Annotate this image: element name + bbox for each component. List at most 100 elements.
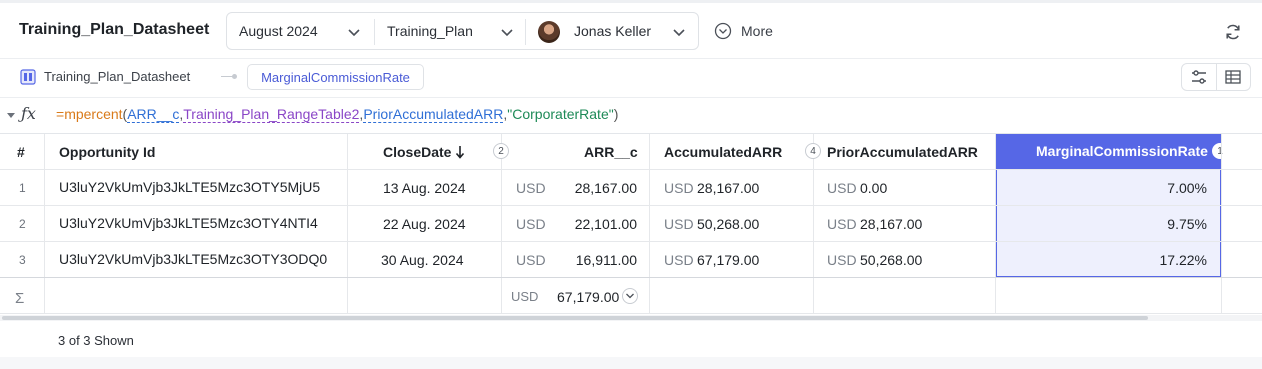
column-header-prior[interactable]: PriorAccumulatedARR [827, 144, 978, 160]
column-divider [1221, 134, 1222, 314]
formula-arg-string: "CorporaterRate" [507, 106, 614, 122]
plan-label: Training_Plan [387, 23, 473, 39]
fx-icon: ƒx [21, 104, 36, 123]
sliders-icon [1191, 70, 1206, 84]
summary-arr-total: 67,179.00 [557, 289, 620, 305]
cell-marginal-rate[interactable]: 17.22% [1160, 252, 1207, 268]
row-divider [0, 241, 1262, 242]
formula-arg-rangetable: Training_Plan_RangeTable2 [183, 106, 360, 123]
table-view-button[interactable] [1215, 64, 1250, 90]
row-number: 2 [19, 217, 26, 231]
row-divider [0, 313, 1262, 314]
breadcrumb-column[interactable]: MarginalCommissionRate [247, 64, 424, 90]
page-title: Training_Plan_Datasheet [19, 21, 210, 38]
row-divider [0, 169, 1262, 170]
column-header-opportunity[interactable]: Opportunity Id [59, 144, 155, 160]
horizontal-scrollbar-thumb[interactable] [2, 316, 1148, 320]
cell-prior[interactable]: 0.00 [860, 180, 887, 196]
cell-opportunity-id[interactable]: U3luY2VkUmVjb3JkLTE5Mzc3OTY5MjU5 [59, 179, 320, 195]
row-number: 1 [19, 181, 26, 195]
cell-currency: USD [827, 216, 857, 232]
cell-closedate[interactable]: 13 Aug. 2024 [383, 180, 466, 196]
avatar [538, 21, 560, 43]
formula-function: mpercent [64, 106, 123, 122]
refresh-icon[interactable] [1224, 23, 1242, 41]
formula-paren-close: ) [613, 106, 619, 122]
cell-prior[interactable]: 50,268.00 [860, 252, 922, 268]
cell-currency: USD [516, 216, 546, 232]
formula-arg-arr: ARR__c [127, 106, 180, 123]
cell-accumulated[interactable]: 67,179.00 [697, 252, 759, 268]
view-toggle [1181, 63, 1251, 91]
column-divider [649, 134, 650, 314]
column-header-index: # [17, 144, 25, 160]
more-button[interactable]: More [714, 22, 773, 40]
row-number: 3 [19, 253, 26, 267]
settings-view-button[interactable] [1182, 64, 1216, 90]
chevron-down-icon [501, 29, 513, 37]
cell-currency: USD [827, 180, 857, 196]
formula-input[interactable]: =mpercent(ARR__c,Training_Plan_RangeTabl… [56, 106, 619, 123]
column-divider [501, 134, 502, 314]
chevron-down-icon [673, 29, 685, 37]
chevron-down-icon [626, 293, 634, 299]
data-grid: MarginalCommissionRate 1 # Opportunity I… [0, 134, 1262, 314]
formula-equals: = [56, 106, 65, 122]
column-header-arr[interactable]: ARR__c [584, 144, 638, 160]
period-label: August 2024 [239, 23, 318, 39]
cell-currency: USD [516, 180, 546, 196]
plan-selector[interactable]: Training_Plan [375, 13, 525, 49]
column-header-accumulated[interactable]: AccumulatedARR [664, 144, 782, 160]
summary-currency: USD [511, 289, 539, 304]
column-badge: 4 [805, 143, 821, 159]
sort-descending-icon[interactable] [455, 144, 465, 160]
column-badge: 2 [493, 143, 509, 159]
cell-arr[interactable]: 28,167.00 [575, 180, 637, 196]
breadcrumb-divider [0, 97, 1262, 98]
column-header-label: MarginalCommissionRate [1036, 143, 1208, 159]
column-divider [44, 134, 45, 314]
context-selector-group: August 2024 Training_Plan Jonas Keller [226, 12, 699, 50]
row-divider [0, 205, 1262, 206]
column-divider [995, 134, 996, 314]
column-divider [813, 134, 814, 314]
footer-band [0, 357, 1262, 369]
column-header-marginal-rate[interactable]: MarginalCommissionRate 1 [996, 134, 1228, 169]
column-badge: 1 [1212, 143, 1228, 159]
row-count-label: 3 of 3 Shown [58, 333, 134, 348]
cell-currency: USD [664, 216, 694, 232]
cell-closedate[interactable]: 30 Aug. 2024 [381, 252, 464, 268]
summary-dropdown[interactable] [622, 288, 638, 304]
cell-opportunity-id[interactable]: U3luY2VkUmVjb3JkLTE5Mzc3OTY3ODQ0 [59, 251, 327, 267]
header-bar: Training_Plan_Datasheet August 2024 Trai… [0, 3, 1262, 58]
caret-down-icon[interactable] [6, 110, 16, 120]
user-label: Jonas Keller [574, 23, 652, 39]
column-header-closedate[interactable]: CloseDate [383, 144, 451, 160]
formula-arg-prior: PriorAccumulatedARR [363, 106, 504, 123]
cell-currency: USD [516, 252, 546, 268]
breadcrumb-sheet[interactable]: Training_Plan_Datasheet [44, 69, 190, 84]
cell-closedate[interactable]: 22 Aug. 2024 [383, 216, 466, 232]
cell-prior[interactable]: 28,167.00 [860, 216, 922, 232]
cell-arr[interactable]: 22,101.00 [575, 216, 637, 232]
cell-arr[interactable]: 16,911.00 [576, 252, 637, 268]
cell-currency: USD [664, 252, 694, 268]
column-divider [347, 134, 348, 314]
chevron-circle-icon [714, 22, 732, 40]
more-label: More [741, 23, 773, 39]
cell-accumulated[interactable]: 50,268.00 [697, 216, 759, 232]
sigma-icon: Σ [15, 290, 25, 307]
row-divider [0, 277, 1262, 278]
cell-accumulated[interactable]: 28,167.00 [697, 180, 759, 196]
header-divider [0, 58, 1262, 59]
period-selector[interactable]: August 2024 [227, 13, 374, 49]
breadcrumb-connector-dot [232, 74, 237, 79]
cell-currency: USD [664, 180, 694, 196]
cell-marginal-rate[interactable]: 7.00% [1167, 180, 1207, 196]
cell-opportunity-id[interactable]: U3luY2VkUmVjb3JkLTE5Mzc3OTY4NTI4 [59, 215, 318, 231]
datasheet-icon [20, 69, 36, 85]
cell-currency: USD [827, 252, 857, 268]
table-icon [1225, 70, 1242, 84]
chevron-down-icon [348, 29, 360, 37]
cell-marginal-rate[interactable]: 9.75% [1167, 216, 1207, 232]
